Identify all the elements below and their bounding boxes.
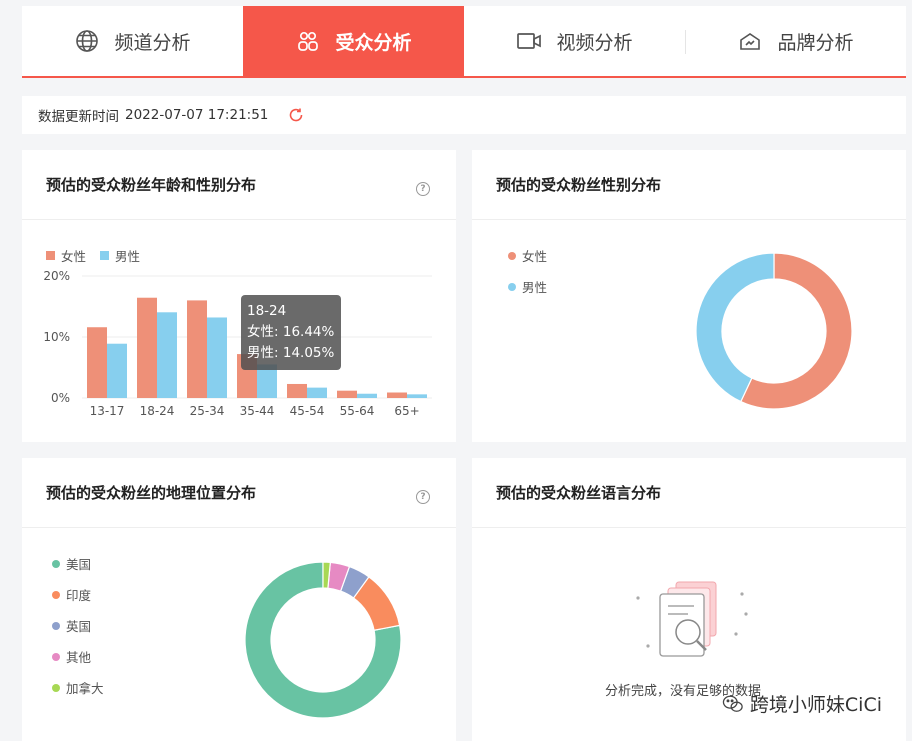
tooltip-male-value: 14.05% xyxy=(282,345,335,361)
tooltip-female-row: 女性: 16.44% xyxy=(247,322,335,343)
x-tick-label: 45-54 xyxy=(290,404,325,418)
x-tick-label: 25-34 xyxy=(190,404,225,418)
brand-icon xyxy=(737,28,763,54)
x-tick-label: 65+ xyxy=(394,404,419,418)
chart-tooltip: 18-24 女性: 16.44% 男性: 14.05% xyxy=(241,295,341,370)
tab-audience-analysis[interactable]: 受众分析 xyxy=(243,6,464,76)
tooltip-title: 18-24 xyxy=(247,303,287,319)
tab-divider xyxy=(685,30,686,54)
tooltip-male-row: 男性: 14.05% xyxy=(247,343,335,364)
y-tick-label: 20% xyxy=(43,269,70,283)
tab-label: 受众分析 xyxy=(335,31,412,54)
tab-brand-analysis[interactable]: 品牌分析 xyxy=(685,6,906,76)
bar-female[interactable] xyxy=(137,297,157,398)
age-gender-card: 预估的受众粉丝年龄和性别分布 ? 女性 男性 0% 10% 20% 13-17 18-2… xyxy=(22,150,456,442)
x-tick-label: 35-44 xyxy=(240,404,275,418)
analysis-tabs: 频道分析 受众分析 视频分析 品牌分析 xyxy=(22,6,906,78)
x-tick-label: 55-64 xyxy=(340,404,375,418)
watermark-text: 跨境小师妹CiCi xyxy=(749,694,882,716)
wechat-icon xyxy=(722,695,743,712)
bar-female[interactable] xyxy=(287,383,307,398)
gender-card: 预估的受众粉丝性别分布 女性 男性 xyxy=(472,150,906,442)
watermark: 跨境小师妹CiCi xyxy=(722,690,882,717)
bar-male[interactable] xyxy=(107,343,127,398)
bar-male[interactable] xyxy=(407,394,427,398)
card-title-text: 预估的受众粉丝语言分布 xyxy=(496,484,662,502)
bar-female[interactable] xyxy=(187,300,207,398)
bar-female[interactable] xyxy=(87,327,107,398)
update-time: 2022-07-07 17:21:51 xyxy=(125,107,269,123)
update-label: 数据更新时间 xyxy=(38,109,119,125)
data-update-bar: 数据更新时间 2022-07-07 17:21:51 xyxy=(22,96,906,134)
bar-male[interactable] xyxy=(357,393,377,398)
x-tick-label: 18-24 xyxy=(140,404,175,418)
tab-channel-analysis[interactable]: 频道分析 xyxy=(22,6,243,76)
bar-male[interactable] xyxy=(307,387,327,398)
y-tick-label: 0% xyxy=(51,391,70,405)
geo-card: 预估的受众粉丝的地理位置分布 ? 美国 印度 英国 其他 加拿大 xyxy=(22,458,456,741)
tooltip-female-value: 16.44% xyxy=(282,324,335,340)
tab-video-analysis[interactable]: 视频分析 xyxy=(464,6,685,76)
tooltip-male-label: 男性: xyxy=(247,345,279,361)
bar-male[interactable] xyxy=(207,317,227,398)
tab-label: 视频分析 xyxy=(556,31,633,54)
card-title: 预估的受众粉丝语言分布 xyxy=(472,458,906,528)
globe-icon xyxy=(74,28,100,54)
donut-slice[interactable] xyxy=(695,252,775,403)
y-tick-label: 10% xyxy=(43,330,70,344)
gender-donut-chart xyxy=(695,252,853,410)
x-tick-label: 13-17 xyxy=(90,404,125,418)
tab-label: 品牌分析 xyxy=(777,31,854,54)
empty-data-illustration-icon xyxy=(636,581,748,657)
geo-donut-chart xyxy=(244,561,402,719)
video-camera-icon xyxy=(516,28,542,54)
bar-female[interactable] xyxy=(337,390,357,398)
users-icon xyxy=(295,28,321,54)
tab-label: 频道分析 xyxy=(114,31,191,54)
bar-male[interactable] xyxy=(157,312,177,398)
refresh-icon[interactable] xyxy=(288,107,304,123)
age-bar-chart: 0% 10% 20% 13-17 18-24 25-34 35-44 45-54 55-64 65… xyxy=(43,269,432,418)
tooltip-female-label: 女性: xyxy=(247,324,279,340)
bar-female[interactable] xyxy=(387,392,407,398)
